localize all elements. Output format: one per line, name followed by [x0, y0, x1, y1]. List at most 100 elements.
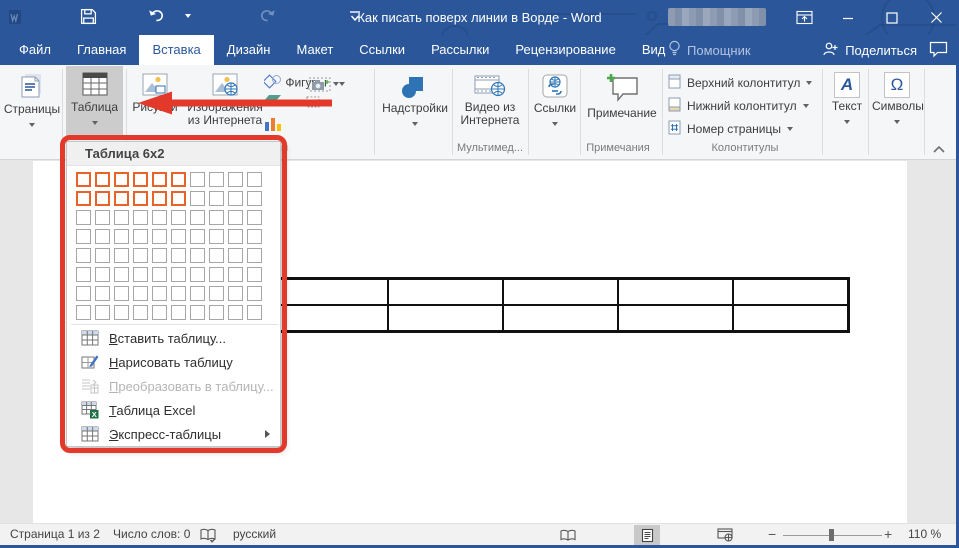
table-size-cell[interactable]: [152, 210, 167, 225]
collapse-ribbon-button[interactable]: [932, 141, 946, 159]
table-size-cell[interactable]: [76, 191, 91, 206]
table-size-cell[interactable]: [114, 305, 129, 320]
pages-button[interactable]: Страницы: [3, 68, 61, 136]
table-size-cell[interactable]: [114, 267, 129, 282]
table-size-cell[interactable]: [209, 229, 224, 244]
comments-button[interactable]: [929, 41, 951, 59]
symbols-button[interactable]: Ω Символы: [872, 68, 924, 136]
table-size-cell[interactable]: [76, 229, 91, 244]
online-video-button[interactable]: Видео из Интернета: [455, 68, 525, 136]
table-size-cell[interactable]: [228, 305, 243, 320]
page-indicator[interactable]: Страница 1 из 2: [10, 524, 100, 546]
addins-button[interactable]: Надстройки: [380, 68, 450, 136]
table-size-cell[interactable]: [247, 229, 262, 244]
table-size-cell[interactable]: [171, 229, 186, 244]
table-size-cell[interactable]: [228, 286, 243, 301]
table-size-cell[interactable]: [114, 248, 129, 263]
table-size-cell[interactable]: [152, 229, 167, 244]
table-size-cell[interactable]: [171, 305, 186, 320]
table-size-cell[interactable]: [152, 267, 167, 282]
table-size-cell[interactable]: [247, 267, 262, 282]
table-size-cell[interactable]: [133, 267, 148, 282]
table-size-cell[interactable]: [95, 267, 110, 282]
document-table-cell[interactable]: [503, 279, 618, 305]
table-size-cell[interactable]: [228, 210, 243, 225]
document-table-cell[interactable]: [618, 305, 733, 331]
table-size-cell[interactable]: [209, 267, 224, 282]
table-size-cell[interactable]: [209, 172, 224, 187]
table-size-cell[interactable]: [152, 172, 167, 187]
table-size-cell[interactable]: [133, 248, 148, 263]
tab-insert[interactable]: Вставка: [139, 35, 214, 65]
zoom-level[interactable]: 110 %: [908, 524, 941, 546]
table-size-cell[interactable]: [76, 248, 91, 263]
table-size-cell[interactable]: [190, 305, 205, 320]
table-size-cell[interactable]: [133, 172, 148, 187]
table-button[interactable]: Таблица: [66, 66, 123, 136]
table-size-cell[interactable]: [76, 305, 91, 320]
table-size-cell[interactable]: [247, 286, 262, 301]
table-size-cell[interactable]: [76, 210, 91, 225]
table-size-cell[interactable]: [133, 210, 148, 225]
table-size-cell[interactable]: [209, 286, 224, 301]
table-size-cell[interactable]: [152, 305, 167, 320]
table-size-cell[interactable]: [76, 286, 91, 301]
table-size-cell[interactable]: [114, 172, 129, 187]
table-size-cell[interactable]: [95, 210, 110, 225]
table-size-cell[interactable]: [247, 248, 262, 263]
table-size-cell[interactable]: [152, 286, 167, 301]
excel-spreadsheet-menu-item[interactable]: X Таблица Excel: [69, 398, 280, 422]
text-button[interactable]: А Текст: [826, 68, 868, 136]
read-mode-button[interactable]: [555, 525, 581, 545]
language-indicator[interactable]: русский: [233, 524, 276, 546]
table-size-cell[interactable]: [133, 286, 148, 301]
table-size-cell[interactable]: [95, 191, 110, 206]
document-table-cell[interactable]: [264, 279, 388, 305]
document-table-cell[interactable]: [388, 279, 503, 305]
screenshot-dropdown-arrow[interactable]: [339, 82, 345, 86]
links-button[interactable]: Ссылки: [532, 68, 578, 136]
tab-layout[interactable]: Макет: [283, 35, 346, 65]
table-size-cell[interactable]: [190, 267, 205, 282]
table-size-cell[interactable]: [209, 210, 224, 225]
header-button[interactable]: Верхний колонтитул: [668, 73, 813, 93]
table-size-cell[interactable]: [171, 210, 186, 225]
close-button[interactable]: [913, 0, 959, 35]
tab-file[interactable]: Файл: [6, 35, 64, 65]
assistant-button[interactable]: Помощник: [668, 35, 751, 65]
table-size-cell[interactable]: [228, 172, 243, 187]
table-size-cell[interactable]: [190, 229, 205, 244]
table-size-cell[interactable]: [133, 305, 148, 320]
share-button[interactable]: Поделиться: [822, 35, 917, 65]
table-size-cell[interactable]: [190, 191, 205, 206]
table-size-cell[interactable]: [95, 172, 110, 187]
maximize-button[interactable]: [869, 0, 915, 35]
document-table-cell[interactable]: [264, 305, 388, 331]
table-size-cell[interactable]: [190, 172, 205, 187]
quick-tables-menu-item[interactable]: Экспресс-таблицы: [69, 422, 280, 446]
table-size-cell[interactable]: [76, 267, 91, 282]
page-number-button[interactable]: Номер страницы: [668, 119, 793, 139]
table-size-cell[interactable]: [209, 248, 224, 263]
table-size-cell[interactable]: [95, 229, 110, 244]
zoom-in-button[interactable]: +: [884, 524, 892, 546]
footer-button[interactable]: Нижний колонтитул: [668, 96, 809, 116]
table-size-cell[interactable]: [133, 191, 148, 206]
table-size-cell[interactable]: [209, 191, 224, 206]
screenshot-button[interactable]: [308, 77, 334, 97]
document-table-cell[interactable]: [618, 279, 733, 305]
tab-mailings[interactable]: Рассылки: [418, 35, 502, 65]
table-size-cell[interactable]: [190, 248, 205, 263]
table-size-cell[interactable]: [190, 286, 205, 301]
table-size-cell[interactable]: [247, 172, 262, 187]
tab-references[interactable]: Ссылки: [346, 35, 418, 65]
web-layout-button[interactable]: [712, 525, 738, 545]
table-size-cell[interactable]: [228, 191, 243, 206]
table-size-cell[interactable]: [228, 267, 243, 282]
draw-table-menu-item[interactable]: Нарисовать таблицу: [69, 350, 280, 374]
print-layout-button[interactable]: [634, 525, 660, 545]
table-size-cell[interactable]: [114, 229, 129, 244]
table-size-cell[interactable]: [171, 286, 186, 301]
minimize-button[interactable]: [825, 0, 871, 35]
table-size-cell[interactable]: [152, 248, 167, 263]
